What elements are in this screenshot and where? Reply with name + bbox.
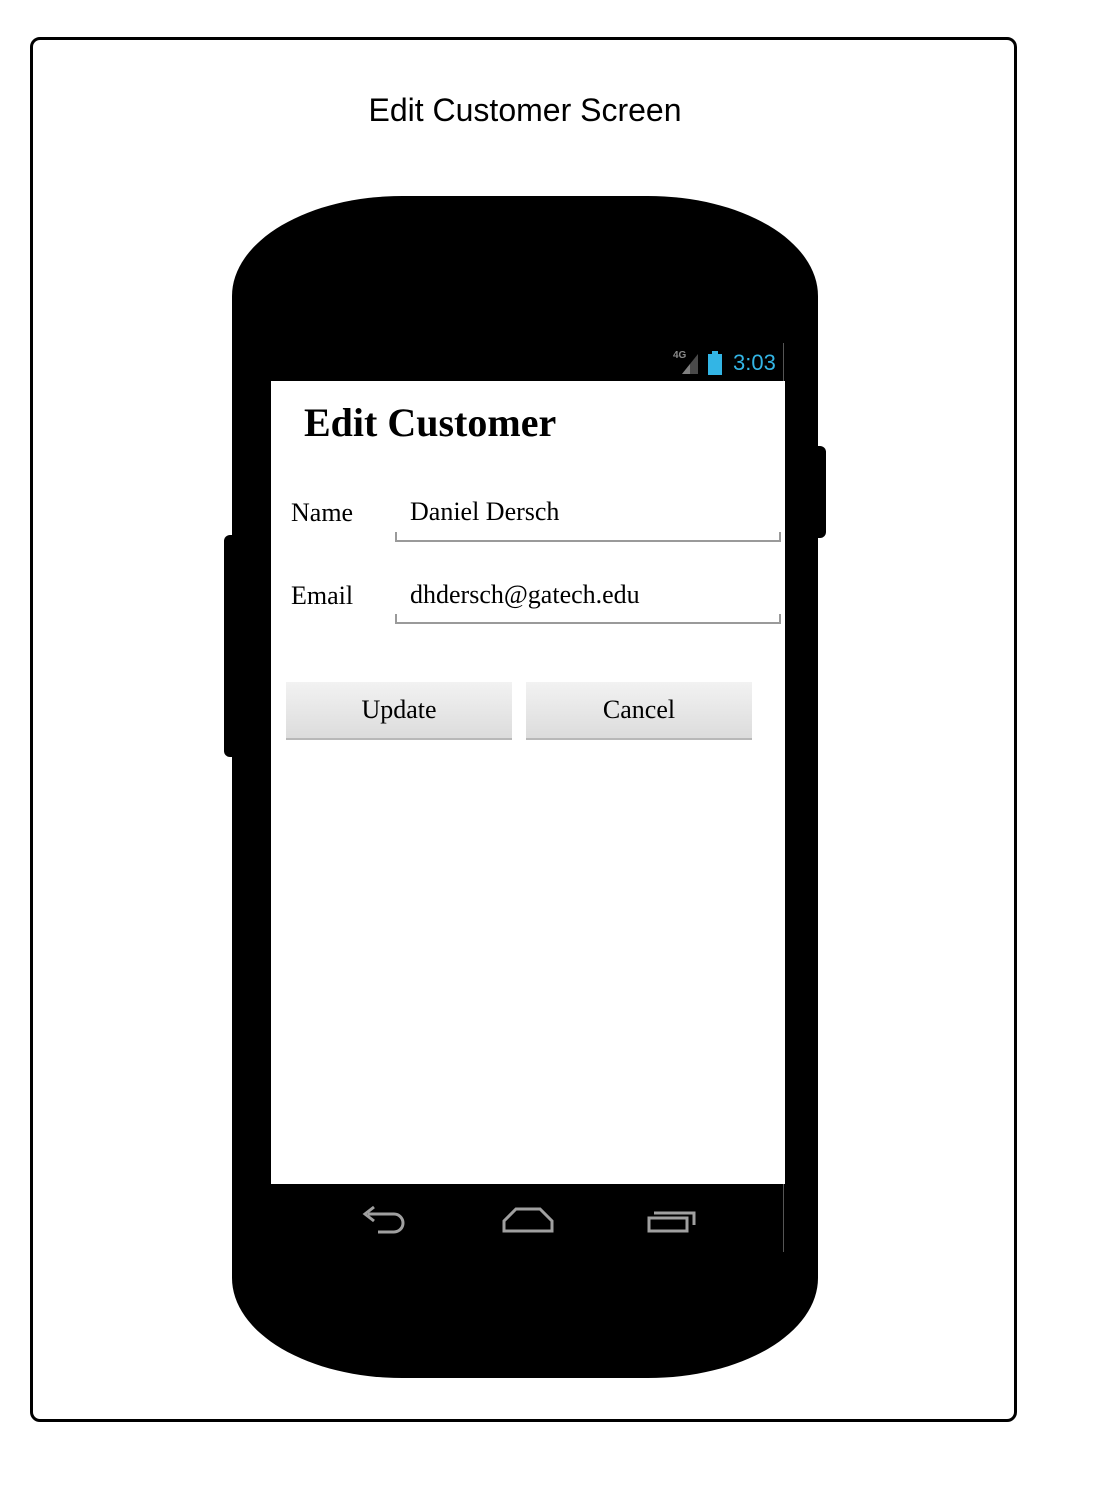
nav-bar-divider — [783, 1184, 784, 1252]
cancel-button[interactable]: Cancel — [526, 682, 752, 740]
recent-apps-icon[interactable] — [644, 1203, 700, 1237]
name-field[interactable]: Daniel Dersch — [410, 497, 559, 527]
update-button[interactable]: Update — [286, 682, 512, 740]
name-label: Name — [291, 498, 354, 527]
home-icon[interactable] — [500, 1203, 556, 1237]
email-field-underline — [395, 614, 781, 624]
name-field-underline — [395, 532, 781, 542]
signal-icon — [682, 354, 698, 374]
battery-icon — [708, 351, 722, 375]
screen-title: Edit Customer — [304, 400, 557, 445]
app-screen: Edit Customer Name Daniel Dersch Email d… — [271, 381, 785, 1184]
email-field[interactable]: dhdersch@gatech.edu — [410, 580, 640, 610]
status-bar-divider — [783, 343, 784, 381]
status-time: 3:03 — [733, 350, 776, 375]
email-label: Email — [291, 581, 354, 610]
diagram-title: Edit Customer Screen — [368, 92, 682, 128]
back-icon[interactable] — [358, 1203, 414, 1237]
